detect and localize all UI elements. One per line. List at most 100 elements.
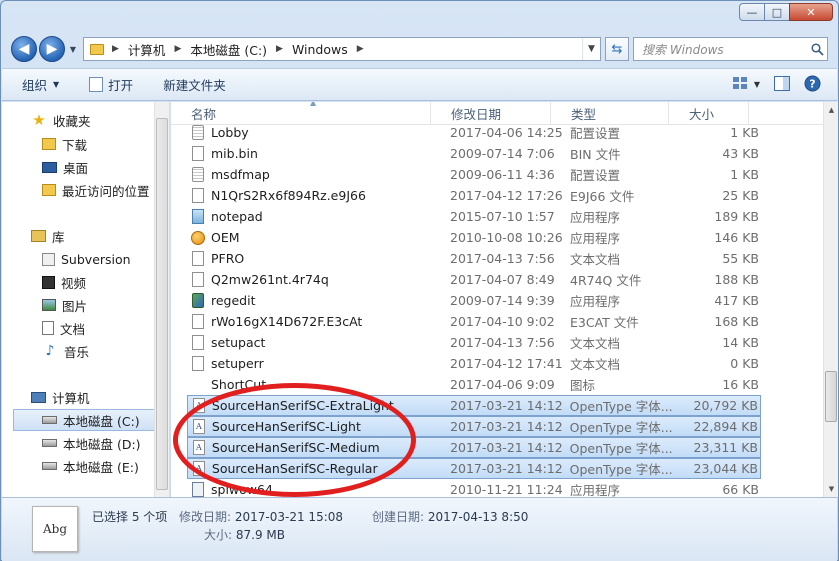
nav-favorites-label: 收藏夹 <box>53 113 91 129</box>
crumb-drive-c[interactable]: 本地磁盘 (C:) <box>190 40 267 59</box>
refresh-button[interactable]: ⇆ <box>605 37 629 61</box>
navpane-scroll-thumb[interactable] <box>156 118 168 490</box>
nav-music[interactable]: ♪ 音乐 <box>42 340 156 362</box>
address-bar[interactable]: ▶ 计算机 ▶ 本地磁盘 (C:) ▶ Windows ▶ ▼ <box>83 37 601 61</box>
file-type: OpenType 字体... <box>569 441 673 456</box>
back-button[interactable]: ◀ <box>11 36 37 62</box>
history-dropdown-icon[interactable]: ▼ <box>67 45 79 54</box>
file-row[interactable]: mib.bin 2009-07-14 7:06 BIN 文件 43 KB <box>187 143 761 164</box>
file-row[interactable]: setuperr 2017-04-12 17:41 文本文档 0 KB <box>187 353 761 374</box>
nav-pictures[interactable]: 图片 <box>42 294 156 316</box>
file-date: 2017-04-13 7:56 <box>450 335 555 350</box>
address-row: ◀ ▶ ▼ ▶ 计算机 ▶ 本地磁盘 (C:) ▶ Windows ▶ ▼ ⇆ … <box>11 33 828 65</box>
file-row[interactable]: SourceHanSerifSC-ExtraLight 2017-03-21 14… <box>187 395 761 416</box>
file-row[interactable]: setupact 2017-04-13 7:56 文本文档 14 KB <box>187 332 761 353</box>
total-size: 大小: 87.9 MB <box>204 526 285 543</box>
regedit-icon <box>187 293 209 308</box>
crumb-computer[interactable]: 计算机 <box>128 40 166 59</box>
chevron-right-icon[interactable]: ▶ <box>112 44 119 54</box>
chevron-right-icon[interactable]: ▶ <box>357 44 364 54</box>
file-row[interactable]: N1QrS2Rx6f894Rz.e9J66 2017-04-12 17:26 E9J… <box>187 185 761 206</box>
file-row[interactable]: SourceHanSerifSC-Regular 2017-03-21 14:12… <box>187 458 761 479</box>
nav-computer[interactable]: 计算机 <box>31 386 156 408</box>
crumb-windows[interactable]: Windows <box>292 42 348 57</box>
documents-icon <box>42 321 54 335</box>
file-row[interactable]: rWo16gX14D672F.E3cAt 2017-04-10 9:02 E3CAT… <box>187 311 761 332</box>
view-options-icon[interactable] <box>732 76 748 93</box>
file-row[interactable]: notepad 2015-07-10 1:57 应用程序 189 KB <box>187 206 761 227</box>
nav-favorites[interactable]: ★ 收藏夹 <box>31 109 156 131</box>
file-row[interactable]: Lobby 2017-04-06 14:25 配置设置 1 KB <box>187 122 761 143</box>
nav-drive-c[interactable]: 本地磁盘 (C:) <box>13 409 156 431</box>
nav-subversion[interactable]: Subversion <box>42 248 156 270</box>
nav-videos[interactable]: 视频 <box>42 271 156 293</box>
new-folder-button[interactable]: 新建文件夹 <box>163 75 226 94</box>
search-input[interactable]: 搜索 Windows <box>633 37 828 61</box>
nav-desktop-label: 桌面 <box>63 160 89 176</box>
file-row[interactable]: SourceHanSerifSC-Light 2017-03-21 14:12 Op… <box>187 416 761 437</box>
font-file-icon <box>188 461 210 476</box>
file-name: rWo16gX14D672F.E3cAt <box>211 314 363 329</box>
file-row[interactable]: splwow64 2010-11-21 11:24 应用程序 66 KB <box>187 479 761 497</box>
nav-libraries[interactable]: 库 <box>31 225 156 247</box>
music-icon: ♪ <box>45 343 55 359</box>
scroll-up-icon[interactable]: ▲ <box>824 102 838 118</box>
file-size: 66 KB <box>722 482 759 497</box>
file-size: 23,311 KB <box>693 440 758 455</box>
new-folder-label: 新建文件夹 <box>163 78 226 93</box>
file-row[interactable]: msdfmap 2009-06-11 4:36 配置设置 1 KB <box>187 164 761 185</box>
filelist-scrollbar[interactable]: ▲ ▼ <box>823 102 838 497</box>
organize-menu[interactable]: 组织 ▼ <box>22 75 59 94</box>
nav-downloads[interactable]: 下载 <box>42 133 156 155</box>
minimize-button[interactable]: — <box>739 3 765 21</box>
file-size: 189 KB <box>714 209 759 224</box>
file-type: 图标 <box>570 378 596 393</box>
file-row[interactable]: regedit 2009-07-14 9:39 应用程序 417 KB <box>187 290 761 311</box>
file-row[interactable]: SourceHanSerifSC-Medium 2017-03-21 14:12 O… <box>187 437 761 458</box>
nav-desktop[interactable]: 桌面 <box>42 156 156 178</box>
nav-drive-e[interactable]: 本地磁盘 (E:) <box>42 455 156 477</box>
navpane-scrollbar[interactable] <box>154 102 169 497</box>
drive-c-icon <box>42 416 57 424</box>
help-icon[interactable]: ? <box>804 75 821 95</box>
nav-recent-label: 最近访问的位置 <box>62 183 150 199</box>
size-label: 大小: <box>204 528 233 542</box>
file-type: OpenType 字体... <box>569 399 673 414</box>
file-row[interactable]: PFRO 2017-04-13 7:56 文本文档 55 KB <box>187 248 761 269</box>
nav-documents-label: 文档 <box>60 321 86 337</box>
file-name: splwow64 <box>211 482 273 497</box>
open-button[interactable]: 打开 <box>89 75 133 94</box>
file-list: ▲ 名称 修改日期 类型 大小 Lobby 2017-04-06 14:25 配置设… <box>171 102 838 497</box>
open-label: 打开 <box>108 78 134 93</box>
nav-drive-d[interactable]: 本地磁盘 (D:) <box>42 432 156 454</box>
address-dropdown-icon[interactable]: ▼ <box>582 38 600 60</box>
nav-libraries-label: 库 <box>52 229 65 245</box>
sort-ascending-icon: ▲ <box>310 102 317 107</box>
chevron-right-icon[interactable]: ▶ <box>174 44 181 54</box>
explorer-window: — □ ✕ ◀ ▶ ▼ ▶ 计算机 ▶ 本地磁盘 (C:) ▶ Windows … <box>0 0 839 561</box>
view-dropdown-icon[interactable]: ▼ <box>754 80 760 89</box>
file-date: 2017-04-12 17:26 <box>450 188 563 203</box>
maximize-button[interactable]: □ <box>764 3 790 21</box>
scroll-down-icon[interactable]: ▼ <box>824 481 838 497</box>
file-row[interactable]: OEM 2010-10-08 10:26 应用程序 146 KB <box>187 227 761 248</box>
file-name: regedit <box>211 293 256 308</box>
nav-recent[interactable]: 最近访问的位置 <box>42 179 156 201</box>
chevron-right-icon[interactable]: ▶ <box>276 44 283 54</box>
nav-subversion-label: Subversion <box>61 251 131 267</box>
file-row[interactable]: ShortCut 2017-04-06 9:09 图标 16 KB <box>187 374 761 395</box>
svg-text:?: ? <box>809 77 815 90</box>
font-file-icon <box>188 419 210 434</box>
file-date: 2017-03-21 14:12 <box>450 398 563 413</box>
file-date: 2017-03-21 14:12 <box>450 419 563 434</box>
pictures-icon <box>42 299 56 311</box>
nav-documents[interactable]: 文档 <box>42 317 156 339</box>
videos-icon <box>42 275 55 289</box>
close-button[interactable]: ✕ <box>789 3 833 21</box>
filelist-scroll-thumb[interactable] <box>825 371 837 422</box>
forward-button[interactable]: ▶ <box>39 36 65 62</box>
file-row[interactable]: Q2mw261nt.4r74q 2017-04-07 8:49 4R74Q 文件 18… <box>187 269 761 290</box>
search-icon[interactable] <box>807 42 827 56</box>
preview-pane-icon[interactable] <box>774 75 790 94</box>
app-file-icon <box>187 482 209 497</box>
